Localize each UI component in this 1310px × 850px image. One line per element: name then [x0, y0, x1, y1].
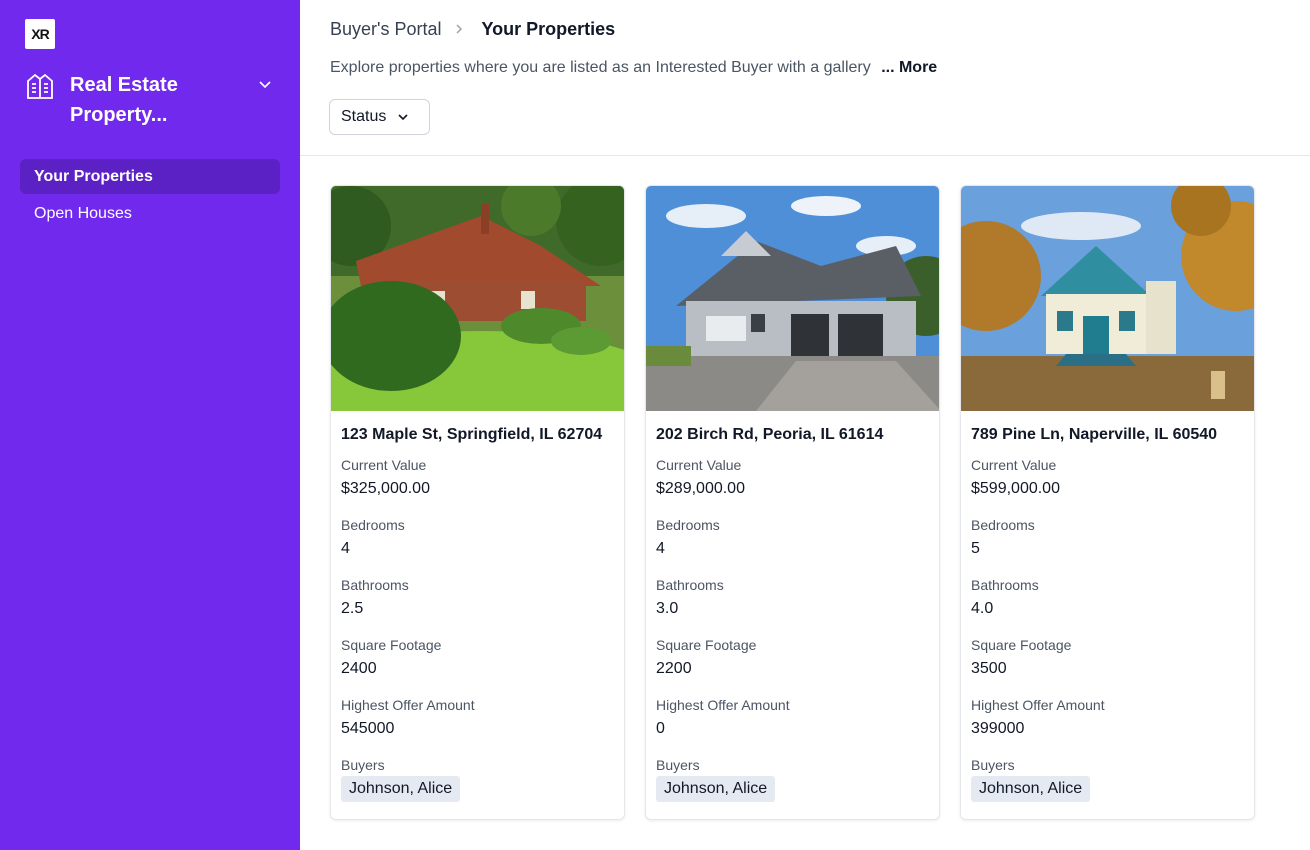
breadcrumb-root-link[interactable]: Buyer's Portal — [330, 19, 441, 40]
app-logo[interactable]: XR — [25, 19, 55, 49]
property-address: 789 Pine Ln, Naperville, IL 60540 — [971, 426, 1218, 443]
highest-offer-label: Highest Offer Amount — [971, 697, 1105, 713]
bathrooms-value: 3.0 — [656, 600, 679, 617]
highest-offer-value: 545000 — [341, 720, 395, 737]
current-value: $599,000.00 — [971, 480, 1060, 497]
property-card[interactable]: 789 Pine Ln, Naperville, IL 60540 Curren… — [960, 185, 1255, 820]
square-footage-value: 3500 — [971, 660, 1007, 677]
sidebar: XR Real Estate Property... Your Properti… — [0, 0, 300, 850]
buyer-chip[interactable]: Johnson, Alice — [341, 776, 461, 802]
page-description: Explore properties where you are listed … — [330, 59, 937, 77]
property-card[interactable]: 202 Birch Rd, Peoria, IL 61614 Current V… — [645, 185, 940, 820]
current-value-label: Current Value — [341, 457, 427, 473]
current-value: $325,000.00 — [341, 480, 430, 497]
sidebar-item-your-properties[interactable]: Your Properties — [20, 159, 280, 194]
bedrooms-label: Bedrooms — [341, 517, 405, 533]
bedrooms-value: 4 — [656, 540, 665, 557]
highest-offer-value: 399000 — [971, 720, 1025, 737]
highest-offer-label: Highest Offer Amount — [656, 697, 790, 713]
property-gallery: 123 Maple St, Springfield, IL 62704 Curr… — [330, 185, 1255, 820]
chevron-right-icon — [456, 24, 463, 34]
page-title: Your Properties — [481, 18, 616, 39]
current-value-label: Current Value — [656, 457, 742, 473]
bathrooms-value: 4.0 — [971, 600, 994, 617]
buyers-label: Buyers — [971, 757, 1015, 773]
square-footage-label: Square Footage — [341, 637, 442, 653]
bedrooms-label: Bedrooms — [656, 517, 720, 533]
highest-offer-value: 0 — [656, 720, 665, 737]
buyer-chip[interactable]: Johnson, Alice — [971, 776, 1091, 802]
status-filter-label: Status — [341, 108, 387, 125]
buyer-chip[interactable]: Johnson, Alice — [656, 776, 776, 802]
status-filter-button[interactable]: Status — [329, 99, 430, 135]
description-text: Explore properties where you are listed … — [330, 59, 871, 76]
bedrooms-label: Bedrooms — [971, 517, 1035, 533]
main-content: Buyer's Portal Your Properties Explore p… — [300, 0, 1310, 850]
breadcrumb: Buyer's Portal Your Properties — [330, 18, 615, 40]
bedrooms-value: 4 — [341, 540, 350, 557]
buyers-label: Buyers — [341, 757, 385, 773]
app-switcher[interactable]: Real Estate Property... — [25, 70, 275, 130]
property-photo — [961, 186, 1254, 411]
square-footage-value: 2200 — [656, 660, 692, 677]
bedrooms-value: 5 — [971, 540, 980, 557]
bathrooms-label: Bathrooms — [341, 577, 409, 593]
buyers-label: Buyers — [656, 757, 700, 773]
bathrooms-label: Bathrooms — [656, 577, 724, 593]
bathrooms-label: Bathrooms — [971, 577, 1039, 593]
app-name: Real Estate Property... — [70, 74, 178, 126]
property-photo — [331, 186, 624, 411]
property-photo — [646, 186, 939, 411]
sidebar-nav: Your Properties Open Houses — [20, 159, 280, 233]
more-link[interactable]: ... More — [881, 59, 937, 76]
header-divider — [300, 155, 1310, 156]
building-icon — [27, 73, 53, 99]
property-address: 202 Birch Rd, Peoria, IL 61614 — [656, 426, 884, 443]
current-value: $289,000.00 — [656, 480, 745, 497]
current-value-label: Current Value — [971, 457, 1057, 473]
square-footage-label: Square Footage — [656, 637, 757, 653]
square-footage-label: Square Footage — [971, 637, 1072, 653]
highest-offer-label: Highest Offer Amount — [341, 697, 475, 713]
square-footage-value: 2400 — [341, 660, 377, 677]
property-card[interactable]: 123 Maple St, Springfield, IL 62704 Curr… — [330, 185, 625, 820]
property-address: 123 Maple St, Springfield, IL 62704 — [341, 426, 603, 443]
bathrooms-value: 2.5 — [341, 600, 364, 617]
sidebar-item-open-houses[interactable]: Open Houses — [20, 196, 280, 231]
chevron-down-icon — [398, 114, 408, 121]
chevron-down-icon[interactable] — [257, 76, 273, 92]
